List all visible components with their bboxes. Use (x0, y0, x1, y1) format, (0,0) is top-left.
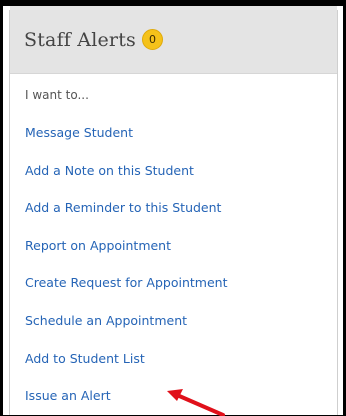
panel-header: Staff Alerts 0 (10, 6, 337, 74)
staff-alerts-window: Staff Alerts 0 I want to... Message Stud… (3, 6, 343, 415)
action-menu: I want to... Message Student Add a Note … (10, 74, 337, 415)
menu-item-add-note[interactable]: Add a Note on this Student (25, 152, 337, 190)
menu-item-create-request[interactable]: Create Request for Appointment (25, 264, 337, 302)
staff-alerts-panel: Staff Alerts 0 I want to... Message Stud… (9, 6, 338, 415)
menu-item-add-to-list[interactable]: Add to Student List (25, 340, 337, 378)
menu-item-message-student[interactable]: Message Student (25, 114, 337, 152)
alert-count-badge: 0 (142, 29, 163, 50)
annotation-arrow-icon (167, 389, 225, 416)
menu-item-report-appointment[interactable]: Report on Appointment (25, 227, 337, 265)
menu-item-add-reminder[interactable]: Add a Reminder to this Student (25, 189, 337, 227)
menu-item-schedule-appointment[interactable]: Schedule an Appointment (25, 302, 337, 340)
menu-intro-label: I want to... (25, 88, 89, 102)
panel-title: Staff Alerts (24, 28, 136, 51)
